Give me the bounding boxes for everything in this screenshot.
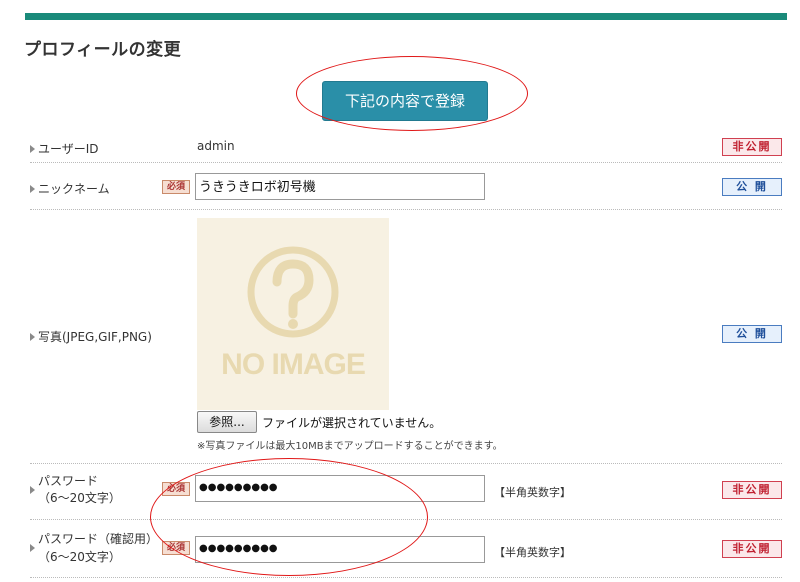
file-status-text: ファイルが選択されていません。	[262, 416, 442, 430]
no-image-text: NO IMAGE	[221, 348, 366, 381]
password-hint: 【半角英数字】	[494, 486, 571, 499]
password-input[interactable]: ●●●●●●●●●	[195, 475, 485, 502]
row-password-confirm: パスワード（確認用） （6～20文字） 必須 ●●●●●●●●● 【半角英数字】…	[30, 520, 782, 578]
bullet-triangle-icon	[30, 333, 35, 341]
browse-button[interactable]: 参照...	[197, 411, 257, 433]
visibility-toggle-password-confirm[interactable]: 非公開	[722, 540, 782, 558]
bullet-triangle-icon	[30, 145, 35, 153]
required-badge: 必須	[162, 180, 190, 194]
row-password: パスワード （6～20文字） 必須 ●●●●●●●●● 【半角英数字】 非公開	[30, 464, 782, 520]
user-id-label: ユーザーID	[30, 140, 99, 157]
visibility-toggle-user-id[interactable]: 非公開	[722, 138, 782, 156]
visibility-toggle-photo[interactable]: 公 開	[722, 325, 782, 343]
password-sublabel: （6～20文字）	[38, 491, 121, 505]
required-badge: 必須	[162, 482, 190, 496]
row-nickname: ニックネーム 必須 うきうきロボ初号機 公 開	[30, 163, 782, 210]
bullet-triangle-icon	[30, 185, 35, 193]
password-confirm-hint: 【半角英数字】	[494, 546, 571, 559]
row-user-id: ユーザーID admin 非公開	[30, 133, 782, 163]
password-confirm-label: パスワード（確認用）	[38, 532, 159, 546]
visibility-toggle-nickname[interactable]: 公 開	[722, 178, 782, 196]
required-badge: 必須	[162, 541, 190, 555]
header-bar	[25, 13, 787, 20]
password-confirm-input[interactable]: ●●●●●●●●●	[195, 536, 485, 563]
password-confirm-sublabel: （6～20文字）	[38, 550, 121, 564]
photo-label: 写真(JPEG,GIF,PNG)	[30, 328, 152, 345]
bullet-triangle-icon	[30, 544, 35, 552]
nickname-label: ニックネーム	[30, 180, 110, 197]
bullet-triangle-icon	[30, 486, 35, 494]
file-size-note: ※写真ファイルは最大10MBまでアップロードすることができます。	[197, 441, 503, 452]
photo-preview: NO IMAGE	[197, 218, 389, 410]
nickname-input[interactable]: うきうきロボ初号機	[195, 173, 485, 200]
visibility-toggle-password[interactable]: 非公開	[722, 481, 782, 499]
submit-button[interactable]: 下記の内容で登録	[322, 81, 488, 121]
user-id-value: admin	[197, 139, 235, 153]
password-label: パスワード	[38, 474, 99, 488]
page-title: プロフィールの変更	[24, 40, 182, 60]
